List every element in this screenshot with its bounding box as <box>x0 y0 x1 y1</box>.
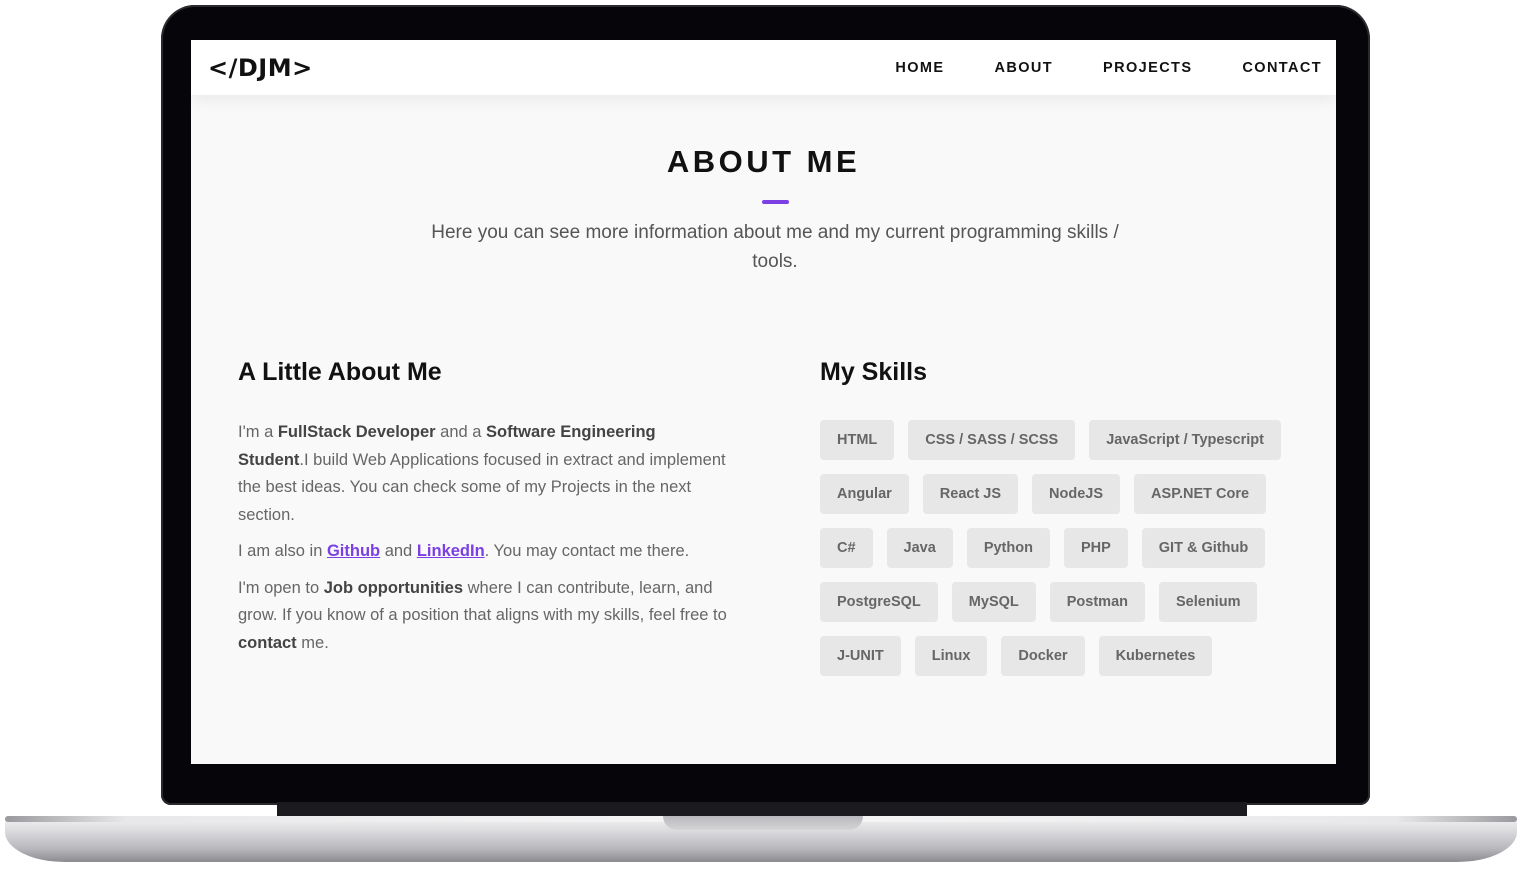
nav-links: HOME ABOUT PROJECTS CONTACT <box>895 60 1322 76</box>
skill-chip: Linux <box>914 636 988 676</box>
skill-chip: ASP.NET Core <box>1134 474 1267 514</box>
skill-chip: React JS <box>922 474 1019 514</box>
skills-grid: HTML CSS / SASS / SCSS JavaScript / Type… <box>820 420 1310 676</box>
about-p1-text-3: .I build Web Applications focused in ext… <box>238 450 726 524</box>
linkedin-link[interactable]: LinkedIn <box>417 542 485 560</box>
nav-link-about[interactable]: ABOUT <box>994 60 1053 76</box>
about-p1-bold-1: FullStack Developer <box>277 423 436 441</box>
skill-chip: Selenium <box>1159 582 1258 622</box>
section-title: ABOUT ME <box>666 144 861 179</box>
skill-chip: HTML <box>820 420 895 460</box>
skill-chip: J-UNIT <box>820 636 901 676</box>
about-paragraph-2: I am also in Github and LinkedIn. You ma… <box>238 538 728 566</box>
about-p2-text-1: I am also in <box>238 542 327 560</box>
skill-chip: Angular <box>820 474 909 514</box>
section-subtitle: Here you can see more information about … <box>431 222 1119 272</box>
skill-chip: Docker <box>1001 636 1085 676</box>
skill-chip: Python <box>966 528 1050 568</box>
skill-chip: NodeJS <box>1032 474 1121 514</box>
about-p3-bold-1: Job opportunities <box>323 578 464 597</box>
skill-chip: C# <box>820 528 873 568</box>
skill-chip: Kubernetes <box>1098 636 1213 676</box>
about-p1-text-2: and a <box>435 423 487 441</box>
skill-chip: Postman <box>1049 582 1145 622</box>
about-p2-text-3: . You may contact me there. <box>484 542 690 560</box>
laptop-hinge <box>277 802 1247 816</box>
skill-chip: CSS / SASS / SCSS <box>908 420 1076 460</box>
about-p3-bold-2: contact <box>238 633 297 652</box>
nav-link-contact[interactable]: CONTACT <box>1242 60 1322 76</box>
skill-chip: Java <box>886 528 953 568</box>
about-p3-text-3: me. <box>296 633 329 652</box>
laptop-screen: </DJM> HOME ABOUT PROJECTS CONTACT ABOUT… <box>191 40 1336 764</box>
about-heading: A Little About Me <box>238 358 442 386</box>
nav-link-home[interactable]: HOME <box>895 60 944 76</box>
github-link[interactable]: Github <box>327 542 380 560</box>
skill-chip: PHP <box>1063 528 1128 568</box>
about-p2-text-2: and <box>380 542 417 560</box>
skills-heading: My Skills <box>820 358 927 386</box>
brand-logo[interactable]: </DJM> <box>208 54 313 82</box>
about-text: I'm a FullStack Developer and a Software… <box>238 419 728 666</box>
about-paragraph-1: I'm a FullStack Developer and a Software… <box>238 419 728 529</box>
about-p3-text-1: I'm open to <box>238 578 324 597</box>
skill-chip: PostgreSQL <box>820 582 938 622</box>
title-underline <box>762 200 789 204</box>
about-p1-text-1: I'm a <box>238 423 278 441</box>
nav-link-projects[interactable]: PROJECTS <box>1103 60 1192 76</box>
navbar: </DJM> HOME ABOUT PROJECTS CONTACT <box>191 40 1336 95</box>
laptop-notch <box>663 816 863 830</box>
about-paragraph-3: I'm open to Job opportunities where I ca… <box>238 575 728 658</box>
skill-chip: GIT & Github <box>1141 528 1266 568</box>
skill-chip: JavaScript / Typescript <box>1089 420 1281 460</box>
skill-chip: MySQL <box>951 582 1036 622</box>
